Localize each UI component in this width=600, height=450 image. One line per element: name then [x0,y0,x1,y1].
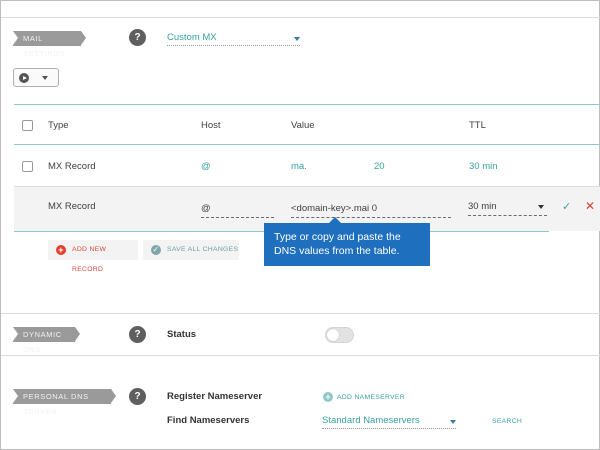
find-nameservers-label: Find Nameservers [167,415,250,426]
add-nameserver-link[interactable]: ADD NAMESERVER [337,394,405,401]
dynamic-dns-help-icon[interactable]: ? [129,326,146,343]
play-icon [19,73,29,83]
mail-settings-tag: MAIL SETTINGS [13,31,86,58]
add-nameserver-plus-icon[interactable]: + [323,392,333,402]
add-new-record-button[interactable]: + ADD NEW RECORD [48,240,138,273]
header-type: Type [48,120,69,131]
table-top-border [14,104,600,105]
dynamic-dns-tag: DYNAMIC DNS [13,327,80,354]
header-bottom-border [14,144,600,145]
row-ttl: 30 min [469,161,498,172]
header-value: Value [291,120,315,131]
header-ttl: TTL [469,120,486,131]
dynamic-dns-toggle[interactable] [325,327,354,343]
row-type: MX Record [48,161,96,172]
section-divider [1,355,600,356]
add-new-record-label: ADD NEW RECORD [72,246,107,273]
tooltip-line-2: DNS values from the table. [274,245,400,257]
bulk-actions-button[interactable] [13,68,59,87]
personal-dns-help-icon[interactable]: ? [129,388,146,405]
plus-icon: + [56,245,66,255]
row-host: @ [201,161,211,172]
row-value: ma. [291,161,307,172]
row-checkbox[interactable] [22,161,33,172]
ttl-select[interactable]: 30 min [468,201,547,216]
instruction-tooltip: Type or copy and paste the DNS values fr… [264,217,430,266]
mail-settings-dropdown[interactable]: Custom MX [167,32,300,46]
save-row-checkmark-icon[interactable]: ✓ [562,200,571,213]
row-priority: 20 [374,161,385,172]
mail-settings-help-icon[interactable]: ? [129,29,146,46]
find-nameservers-selected: Standard Nameservers [322,415,420,426]
chevron-down-icon [450,420,456,424]
chevron-down-icon [538,205,544,209]
personal-dns-tag: PERSONAL DNS SERVER [13,389,116,416]
chevron-down-icon [42,76,48,80]
cancel-row-close-icon[interactable]: ✕ [585,199,595,213]
register-nameserver-label: Register Nameserver [167,391,263,402]
edit-row-type: MX Record [48,201,96,212]
host-input[interactable]: @ [201,203,274,218]
chevron-down-icon [294,37,300,41]
save-all-changes-button[interactable]: ✓ SAVE ALL CHANGES [143,240,239,260]
section-divider [1,313,600,314]
search-link[interactable]: SEARCH [492,418,522,425]
dns-settings-panel: MAIL SETTINGS ? Custom MX Type Host Valu… [0,0,600,450]
save-all-changes-label: SAVE ALL CHANGES [167,246,239,253]
top-divider [1,17,600,18]
status-label: Status [167,329,197,340]
value-input[interactable]: <domain-key>.mai 0 [291,203,451,218]
tooltip-line-1: Type or copy and paste the [274,231,401,243]
mail-settings-selected: Custom MX [167,32,217,43]
header-host: Host [201,120,221,131]
select-all-checkbox[interactable] [22,120,33,131]
check-circle-icon: ✓ [151,245,161,255]
find-nameservers-dropdown[interactable]: Standard Nameservers [322,415,456,429]
ttl-selected: 30 min [468,201,497,212]
